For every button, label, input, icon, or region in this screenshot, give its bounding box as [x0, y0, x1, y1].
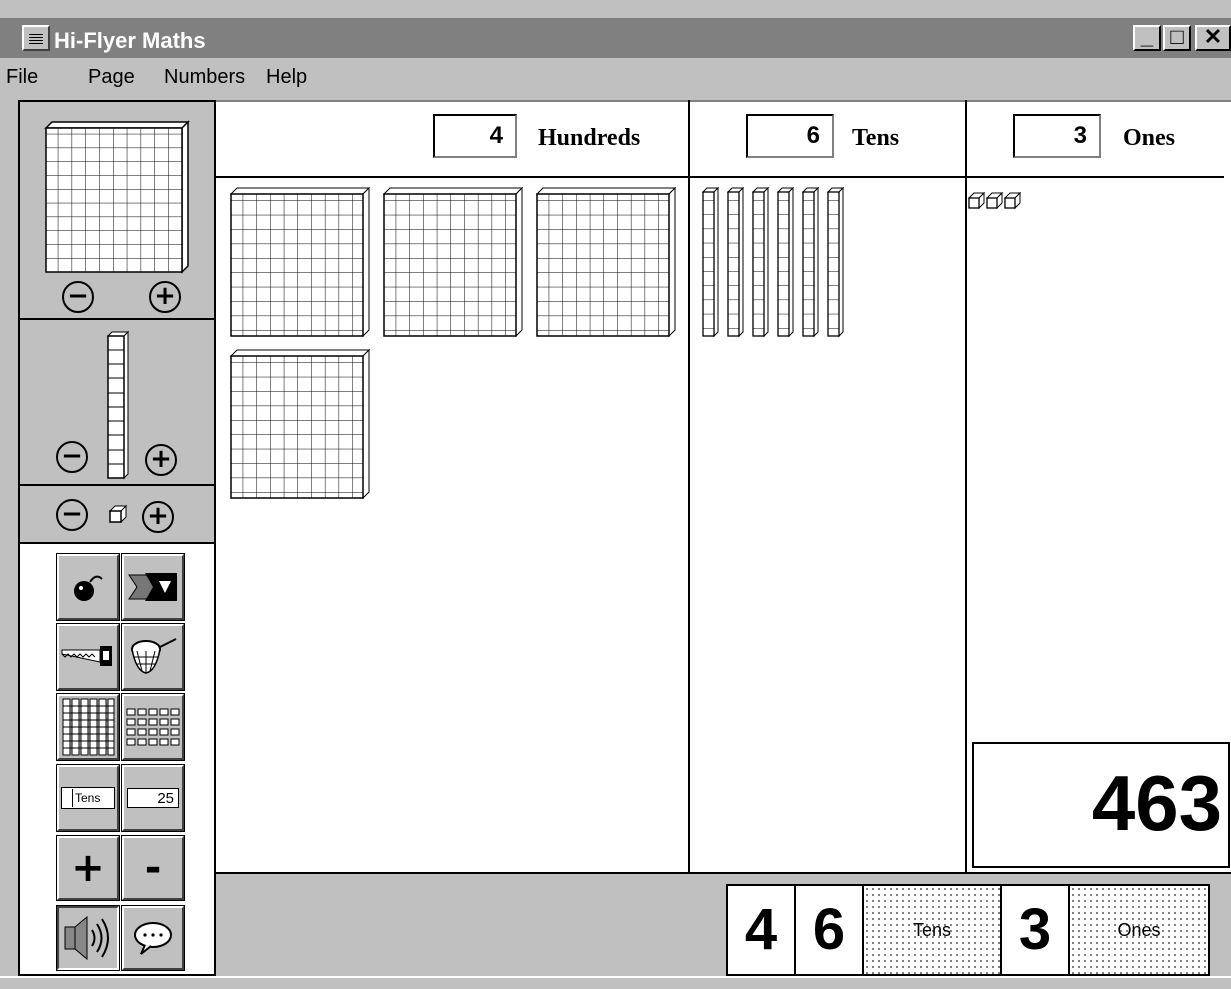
tens-header-label: Tens — [852, 125, 900, 151]
tens-count-box[interactable]: 6 — [746, 114, 834, 158]
tens-minus-button[interactable]: − — [56, 441, 88, 473]
net-tool-button[interactable] — [121, 623, 185, 691]
ones-header-label: Ones — [1123, 125, 1176, 151]
unit-cube[interactable] — [968, 192, 985, 209]
hundred-flat[interactable] — [382, 186, 524, 338]
hundreds-header-label: Hundreds — [538, 125, 641, 151]
menu-file[interactable]: File — [6, 66, 38, 89]
strip-tens-label: Tens — [912, 920, 952, 940]
tens-label-swatch — [62, 789, 73, 807]
hundreds-tens-divider — [688, 100, 690, 872]
ten-rod[interactable] — [752, 186, 769, 338]
ten-rod[interactable] — [777, 186, 794, 338]
hundreds-count-box[interactable]: 4 — [433, 114, 517, 158]
bomb-icon — [74, 575, 103, 601]
hundred-flat[interactable] — [229, 348, 371, 500]
ten-rod[interactable] — [827, 186, 844, 338]
ten-rod-icon[interactable] — [106, 330, 130, 482]
ones-minus-button[interactable]: − — [56, 499, 88, 531]
total-value: 463 — [1091, 759, 1222, 847]
add-button[interactable]: + — [56, 835, 120, 901]
tens-rods-icon — [62, 698, 115, 756]
bomb-tool-button[interactable] — [56, 553, 120, 621]
unit-cube[interactable] — [986, 192, 1003, 209]
window-title: Hi-Flyer Maths — [54, 28, 206, 53]
hundreds-plus-button[interactable]: + — [149, 281, 181, 313]
close-button[interactable]: ✕ — [1195, 25, 1231, 51]
unit-grid-icon — [126, 708, 180, 746]
speech-bubble-icon — [134, 922, 172, 955]
menu-page[interactable]: Page — [88, 66, 135, 89]
tens-label-preview: Tens — [61, 787, 115, 809]
tens-label-text: Tens — [75, 791, 101, 805]
speech-button[interactable] — [121, 905, 185, 971]
unit-cube[interactable] — [1004, 192, 1021, 209]
minimize-button[interactable]: _ — [1133, 25, 1161, 51]
menu-help[interactable]: Help — [266, 66, 307, 89]
net-icon — [131, 638, 177, 674]
units-view-button[interactable] — [121, 693, 185, 761]
hundred-flat[interactable] — [229, 186, 371, 338]
speaker-icon — [64, 915, 109, 961]
number-entry-button[interactable]: 25 — [121, 764, 185, 832]
menu-numbers[interactable]: Numbers — [164, 66, 245, 89]
hundred-flat-icon[interactable] — [44, 120, 190, 276]
saw-icon — [61, 646, 112, 666]
ten-rod[interactable] — [727, 186, 744, 338]
saw-tool-button[interactable] — [56, 623, 120, 691]
subtract-button[interactable]: - — [121, 835, 185, 901]
show-labels-button[interactable]: Tens — [56, 764, 120, 832]
rods-view-button[interactable] — [56, 693, 120, 761]
hundreds-minus-button[interactable]: − — [62, 281, 94, 313]
exchange-arrows-icon — [128, 573, 177, 601]
maximize-button[interactable]: □ — [1163, 25, 1191, 51]
strip-tens-digit[interactable]: 6 — [796, 886, 864, 974]
unit-cube-icon[interactable] — [108, 504, 128, 524]
number-field: 25 — [127, 788, 179, 808]
ten-rod[interactable] — [802, 186, 819, 338]
window-bottom-edge — [0, 976, 1231, 989]
ones-plus-button[interactable]: + — [142, 501, 174, 533]
ten-rod[interactable] — [702, 186, 719, 338]
strip-ones-digit[interactable]: 3 — [1002, 886, 1070, 974]
hundred-flat[interactable] — [535, 186, 677, 338]
strip-ones-label-card[interactable]: Ones — [1070, 886, 1208, 974]
sound-button[interactable] — [56, 905, 120, 971]
header-divider — [216, 176, 1224, 178]
app-icon[interactable] — [22, 25, 50, 51]
strip-tens-label-card[interactable]: Tens — [864, 886, 1002, 974]
tens-plus-button[interactable]: + — [145, 444, 177, 476]
strip-ones-label: Ones — [1117, 920, 1161, 940]
tens-ones-divider — [965, 100, 967, 872]
regroup-tool-button[interactable] — [121, 553, 185, 621]
strip-hundreds-digit[interactable]: 4 — [728, 886, 796, 974]
ones-count-box[interactable]: 3 — [1013, 114, 1101, 158]
